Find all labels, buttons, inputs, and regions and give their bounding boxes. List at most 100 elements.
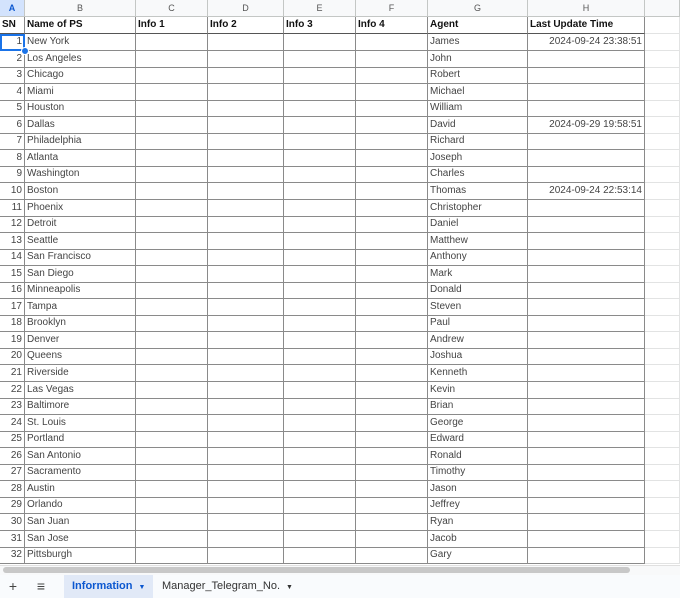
table-cell[interactable] — [284, 547, 356, 565]
table-cell[interactable]: 23 — [0, 398, 25, 416]
table-cell[interactable]: Steven — [428, 298, 528, 316]
table-cell[interactable]: Miami — [25, 83, 136, 101]
empty-cell[interactable] — [645, 547, 680, 565]
table-cell[interactable] — [528, 298, 645, 316]
table-cell[interactable] — [208, 182, 284, 200]
table-cell[interactable] — [208, 265, 284, 283]
table-cell[interactable]: Gary — [428, 547, 528, 565]
empty-cell[interactable] — [645, 348, 680, 366]
table-cell[interactable]: 26 — [0, 447, 25, 465]
spreadsheet-grid[interactable]: A B C D E F G H SN Name of PS Info 1 Info 2 Info 3 In… — [0, 0, 680, 566]
table-cell[interactable]: Daniel — [428, 216, 528, 234]
table-cell[interactable] — [284, 331, 356, 349]
table-cell[interactable] — [136, 67, 208, 85]
empty-cell[interactable] — [645, 282, 680, 300]
table-cell[interactable]: 27 — [0, 464, 25, 482]
table-cell[interactable]: Robert — [428, 67, 528, 85]
table-cell[interactable] — [528, 497, 645, 515]
table-cell[interactable] — [136, 331, 208, 349]
table-cell[interactable] — [284, 265, 356, 283]
table-cell[interactable] — [528, 83, 645, 101]
table-cell[interactable] — [208, 232, 284, 250]
table-cell[interactable]: 16 — [0, 282, 25, 300]
table-cell[interactable]: 19 — [0, 331, 25, 349]
empty-cell[interactable] — [645, 513, 680, 531]
table-cell[interactable] — [284, 199, 356, 217]
column-header-f[interactable]: F — [356, 0, 428, 17]
table-cell[interactable] — [528, 100, 645, 118]
table-cell[interactable]: George — [428, 414, 528, 432]
empty-cell[interactable] — [645, 100, 680, 118]
table-cell[interactable] — [284, 50, 356, 68]
table-cell[interactable]: 8 — [0, 149, 25, 167]
table-cell[interactable] — [528, 133, 645, 151]
table-cell[interactable] — [356, 133, 428, 151]
table-cell[interactable]: 6 — [0, 116, 25, 134]
table-cell[interactable]: Brooklyn — [25, 315, 136, 333]
empty-cell[interactable] — [645, 265, 680, 283]
table-cell[interactable]: 4 — [0, 83, 25, 101]
table-cell[interactable] — [208, 315, 284, 333]
table-cell[interactable] — [208, 381, 284, 399]
table-cell[interactable] — [284, 365, 356, 383]
table-cell[interactable] — [208, 133, 284, 151]
tab-information[interactable]: Information ▼ — [64, 575, 154, 598]
table-cell[interactable]: 9 — [0, 166, 25, 184]
table-cell[interactable] — [136, 282, 208, 300]
table-cell[interactable] — [136, 116, 208, 134]
table-cell[interactable] — [208, 431, 284, 449]
table-cell[interactable] — [356, 447, 428, 465]
table-cell[interactable] — [356, 149, 428, 167]
table-cell[interactable] — [136, 34, 208, 52]
chevron-down-icon[interactable]: ▼ — [286, 584, 293, 591]
table-cell[interactable] — [208, 282, 284, 300]
table-cell[interactable]: Andrew — [428, 331, 528, 349]
table-cell[interactable] — [208, 34, 284, 52]
table-cell[interactable]: St. Louis — [25, 414, 136, 432]
table-cell[interactable] — [356, 298, 428, 316]
table-cell[interactable] — [208, 116, 284, 134]
table-cell[interactable]: Queens — [25, 348, 136, 366]
table-cell[interactable]: 5 — [0, 100, 25, 118]
table-cell[interactable]: 29 — [0, 497, 25, 515]
table-cell[interactable] — [528, 199, 645, 217]
table-cell[interactable] — [356, 50, 428, 68]
table-cell[interactable]: Austin — [25, 480, 136, 498]
table-cell[interactable] — [284, 67, 356, 85]
table-cell[interactable]: Atlanta — [25, 149, 136, 167]
table-cell[interactable] — [136, 149, 208, 167]
table-cell[interactable] — [136, 100, 208, 118]
table-cell[interactable] — [284, 398, 356, 416]
table-cell[interactable]: Richard — [428, 133, 528, 151]
table-cell[interactable] — [528, 166, 645, 184]
table-cell[interactable] — [136, 447, 208, 465]
table-cell[interactable]: 30 — [0, 513, 25, 531]
table-cell[interactable] — [208, 447, 284, 465]
table-cell[interactable] — [136, 547, 208, 565]
table-cell[interactable] — [284, 431, 356, 449]
table-cell[interactable]: 15 — [0, 265, 25, 283]
table-cell[interactable] — [136, 315, 208, 333]
table-cell[interactable]: Orlando — [25, 497, 136, 515]
table-cell[interactable] — [356, 464, 428, 482]
fill-handle[interactable] — [21, 46, 29, 55]
column-header[interactable] — [645, 0, 680, 17]
table-cell[interactable]: Matthew — [428, 232, 528, 250]
table-cell[interactable] — [208, 216, 284, 234]
table-cell[interactable] — [528, 67, 645, 85]
table-cell[interactable] — [528, 530, 645, 548]
table-cell[interactable] — [528, 232, 645, 250]
table-cell[interactable]: 32 — [0, 547, 25, 565]
empty-cell[interactable] — [645, 249, 680, 267]
table-cell[interactable] — [528, 249, 645, 267]
table-cell[interactable]: 17 — [0, 298, 25, 316]
empty-cell[interactable] — [645, 414, 680, 432]
table-cell[interactable]: 2024-09-29 19:58:51 — [528, 116, 645, 134]
table-cell[interactable] — [136, 182, 208, 200]
table-cell[interactable] — [208, 497, 284, 515]
empty-cell[interactable] — [645, 497, 680, 515]
empty-cell[interactable] — [645, 83, 680, 101]
table-cell[interactable]: Riverside — [25, 365, 136, 383]
table-cell[interactable]: San Francisco — [25, 249, 136, 267]
table-cell[interactable] — [356, 497, 428, 515]
